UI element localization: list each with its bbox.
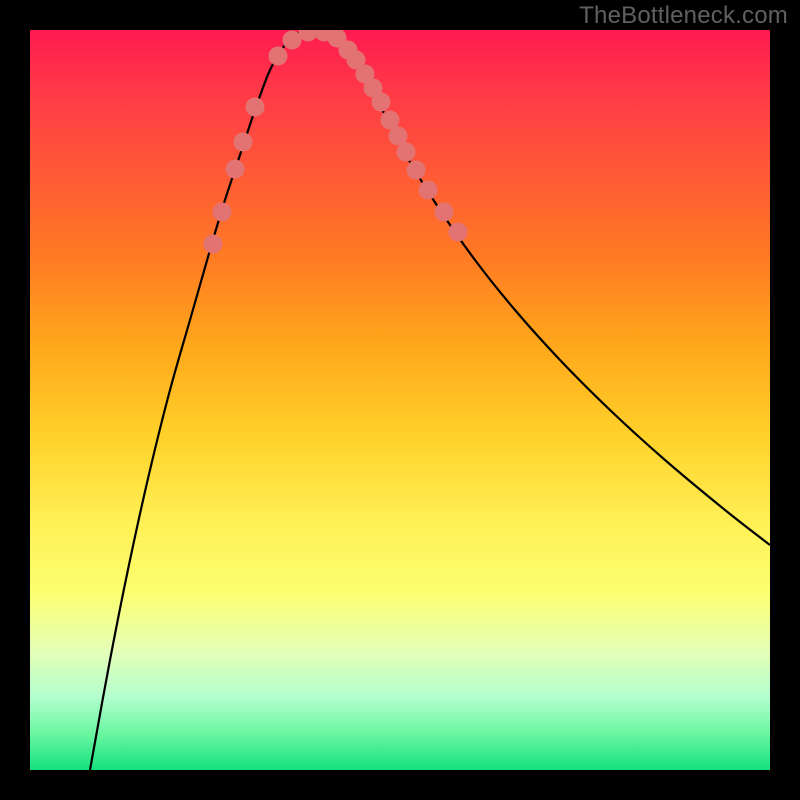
marker-dot xyxy=(204,235,223,254)
marker-dot xyxy=(397,143,416,162)
marker-dot xyxy=(449,223,468,242)
bottleneck-curve xyxy=(90,30,770,770)
marker-dot xyxy=(226,160,245,179)
watermark-text: TheBottleneck.com xyxy=(579,2,788,30)
marker-dot xyxy=(372,93,391,112)
marker-dot xyxy=(435,203,454,222)
highlight-dots xyxy=(204,30,468,254)
marker-dot xyxy=(419,181,438,200)
plot-area xyxy=(30,30,770,770)
marker-dot xyxy=(246,98,265,117)
curve-svg xyxy=(30,30,770,770)
marker-dot xyxy=(269,47,288,66)
chart-frame: TheBottleneck.com xyxy=(0,0,800,800)
marker-dot xyxy=(234,133,253,152)
marker-dot xyxy=(407,161,426,180)
marker-dot xyxy=(213,203,232,222)
